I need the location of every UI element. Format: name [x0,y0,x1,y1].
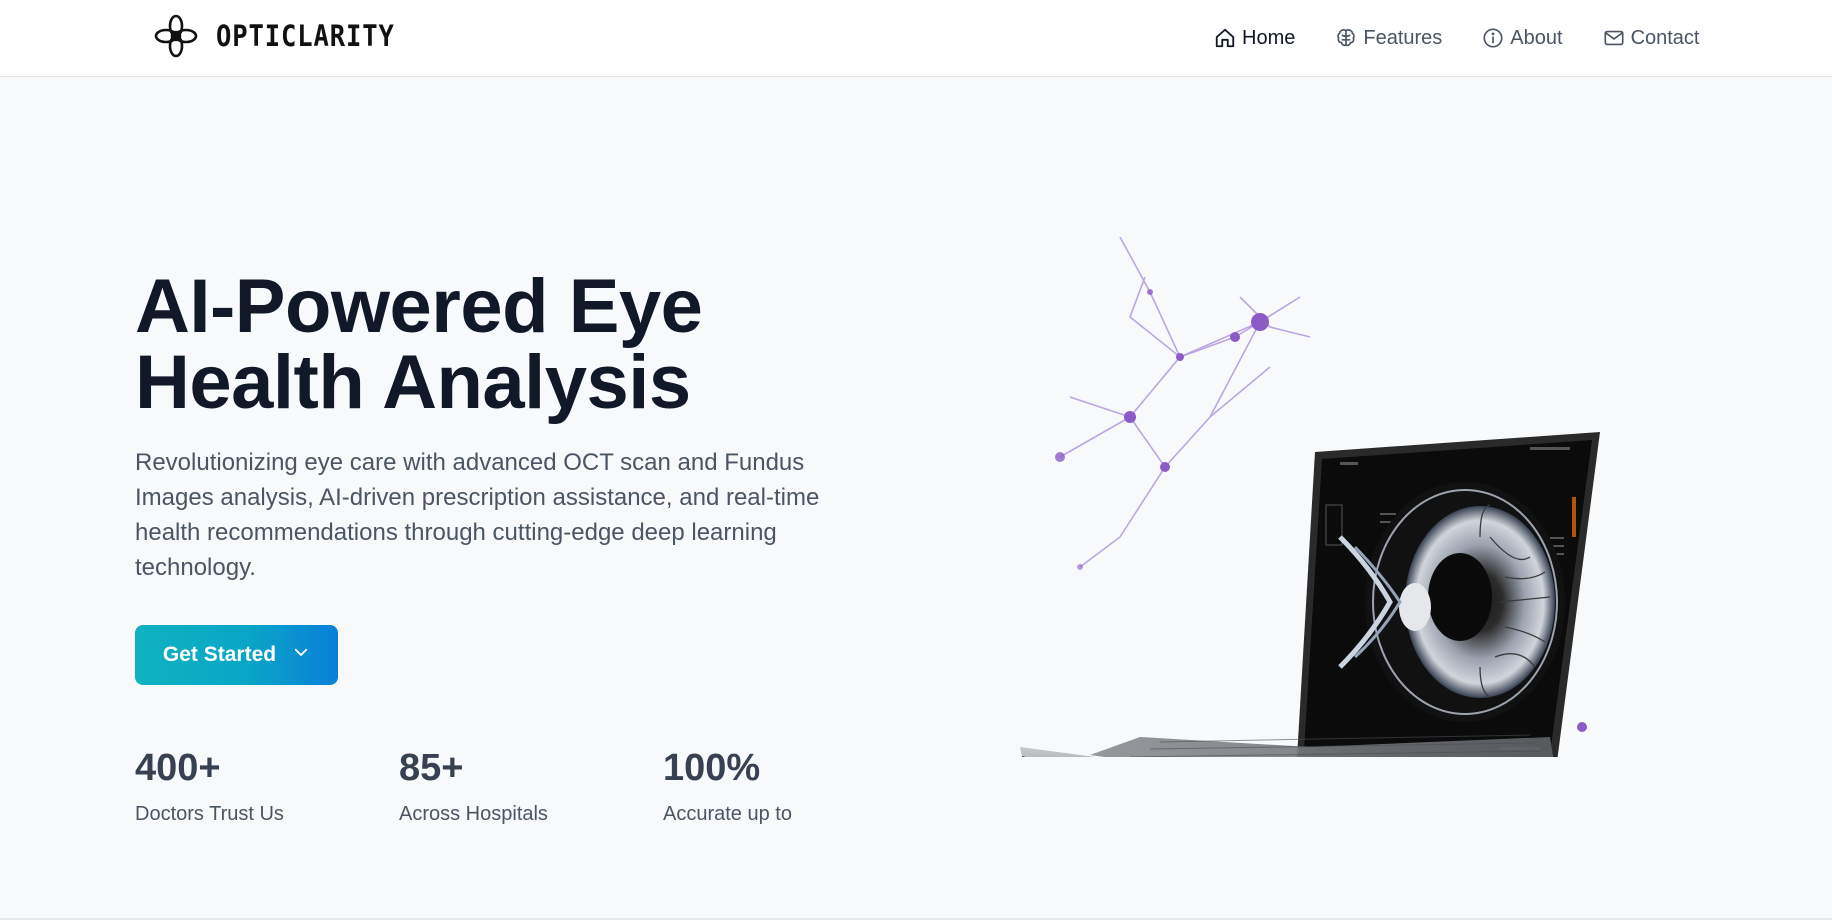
info-icon [1482,27,1504,49]
hero-section: AI-Powered Eye Health Analysis Revolutio… [0,77,1832,920]
mail-icon [1603,27,1625,49]
stat-accuracy: 100% Accurate up to [663,745,927,826]
nav-label: Home [1242,26,1296,49]
flower-knot-icon [154,14,198,58]
hero-title: AI-Powered Eye Health Analysis [135,269,895,421]
stat-value: 400+ [135,747,221,789]
laptop-retina-illustration [1010,236,1630,814]
main-nav: Home Features About Contact [1214,20,1700,56]
stat-label: Across Hospitals [399,803,548,825]
home-icon [1214,27,1236,49]
nav-label: Features [1363,26,1443,49]
brand-logo[interactable]: OPTICLARITY [154,14,419,58]
stats-row: 400+ Doctors Trust Us 85+ Across Hospita… [135,745,927,826]
get-started-button[interactable]: Get Started [135,625,338,685]
top-navbar: OPTICLARITY Home Features About Contact [0,0,1832,77]
chevron-down-icon [292,643,310,667]
stat-doctors: 400+ Doctors Trust Us [135,745,399,826]
nav-item-features[interactable]: Features [1335,27,1442,50]
hero-title-line-2: Health Analysis [135,340,691,425]
brand-name: OPTICLARITY [216,19,395,53]
nav-label: Contact [1630,26,1700,49]
nav-label: About [1510,26,1563,49]
nav-item-contact[interactable]: Contact [1603,27,1700,50]
hero-title-line-1: AI-Powered Eye [135,264,703,349]
stat-label: Doctors Trust Us [135,803,284,825]
stat-hospitals: 85+ Across Hospitals [399,745,663,826]
stat-label: Accurate up to [663,803,792,825]
stat-value: 100% [663,747,761,789]
hero-description: Revolutionizing eye care with advanced O… [135,449,820,581]
nav-item-about[interactable]: About [1482,26,1563,50]
brain-icon [1335,27,1357,49]
nav-item-home[interactable]: Home [1214,27,1295,50]
get-started-label: Get Started [162,643,277,666]
stat-value: 85+ [399,747,464,789]
